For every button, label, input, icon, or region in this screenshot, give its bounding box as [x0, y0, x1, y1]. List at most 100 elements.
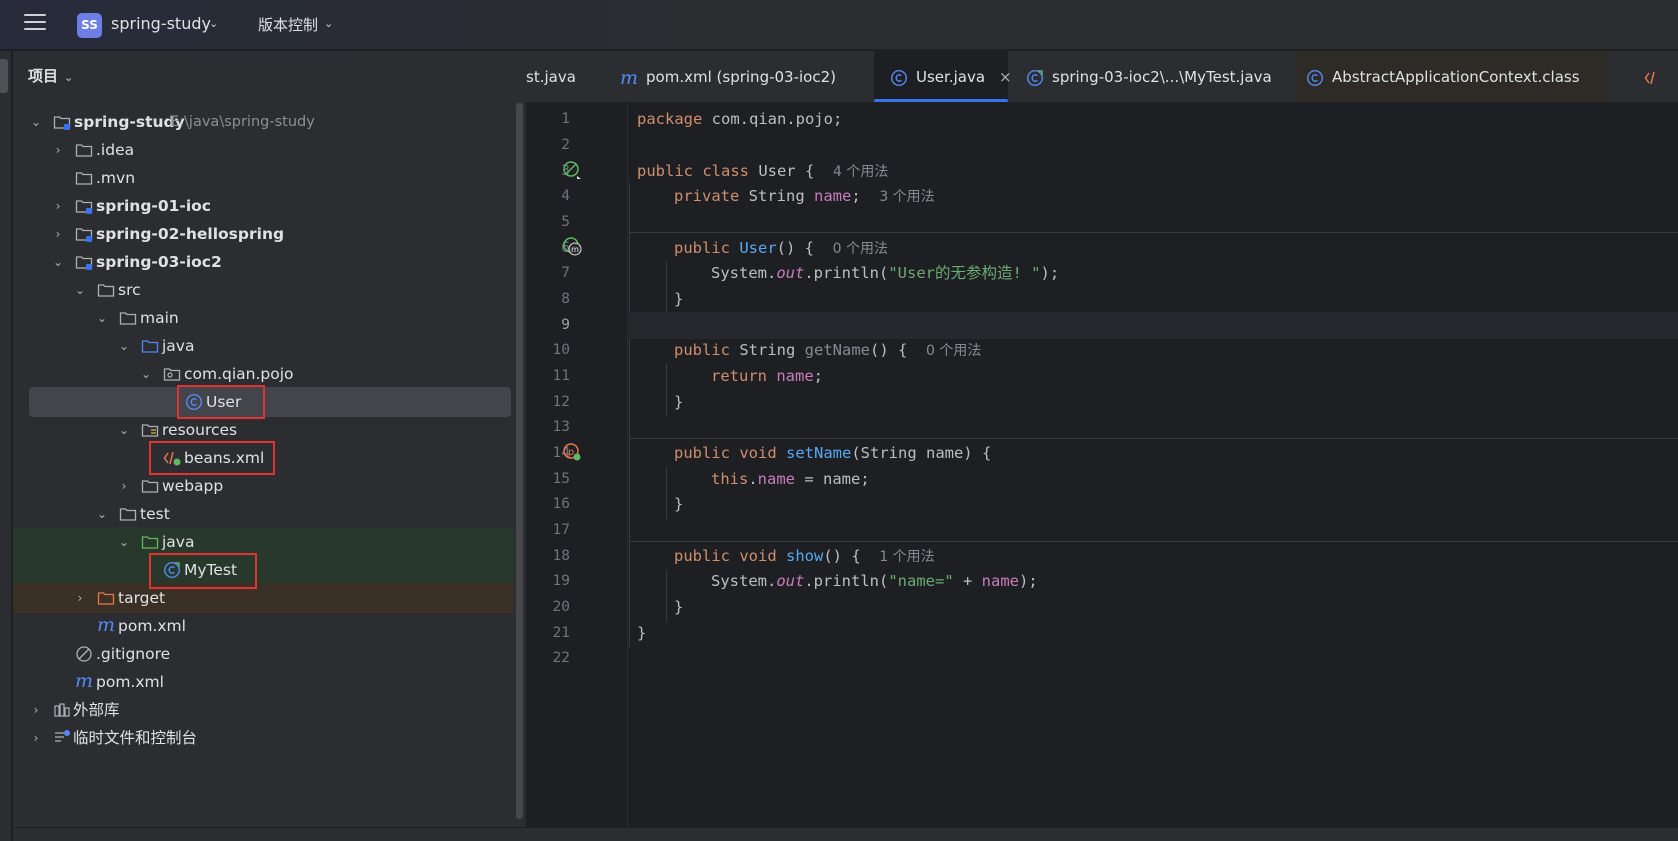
usage-hint[interactable]: 0 个用法	[833, 241, 888, 257]
tree-item[interactable]: .mvn	[13, 163, 513, 193]
code-line: System.out.println("User的无参构造! ");	[711, 264, 1060, 282]
spring-property-icon[interactable]: p	[562, 442, 582, 462]
tree-item[interactable]: ⌄ java	[13, 331, 513, 361]
usage-hint[interactable]: 4 个用法	[833, 164, 888, 180]
tree-item[interactable]: › 临时文件和控制台	[13, 723, 513, 753]
tree-item[interactable]: › spring-01-ioc	[13, 191, 513, 221]
line-number: 7	[561, 265, 570, 281]
panel-scrollbar[interactable]	[516, 103, 523, 819]
chevron-right-icon[interactable]: ›	[51, 135, 65, 165]
chevron-down-icon[interactable]: ⌄	[73, 275, 87, 305]
line-number: 12	[552, 394, 570, 410]
code-line: public void setName(String name) {	[674, 444, 992, 462]
tree-item[interactable]: › 外部库	[13, 695, 513, 725]
tab-test-java[interactable]: st.java	[526, 51, 606, 102]
chevron-down-icon[interactable]: ⌄	[95, 499, 109, 529]
tree-item[interactable]: ⌄ spring-03-ioc2	[13, 247, 513, 277]
tree-item[interactable]: ⌄ main	[13, 303, 513, 333]
tab-user-java[interactable]: User.java ×	[874, 51, 1012, 102]
code-editor[interactable]: package com.qian.pojo; public class User…	[629, 103, 1678, 827]
spring-method-icon[interactable]: m	[562, 236, 582, 256]
tree-item[interactable]: › spring-02-hellospring	[13, 219, 513, 249]
source-folder-icon	[141, 340, 159, 353]
line-number: 10	[552, 342, 570, 358]
chevron-down-icon[interactable]: ⌄	[117, 331, 131, 361]
line-number: 16	[552, 496, 570, 512]
status-bar	[13, 827, 1678, 841]
module-folder-icon	[53, 116, 71, 130]
tree-item[interactable]: › webapp	[13, 471, 513, 501]
tree-item[interactable]: m pom.xml	[13, 667, 513, 697]
project-selector[interactable]: spring-study	[111, 14, 211, 33]
tab-abstract-application-context[interactable]: AbstractApplicationContext.class	[1296, 51, 1608, 102]
code-line: public User() { 0 个用法	[674, 239, 889, 257]
tree-item[interactable]: .gitignore	[13, 639, 513, 669]
chevron-down-icon[interactable]: ⌄	[64, 71, 73, 84]
highlight-box	[149, 553, 257, 589]
tree-item[interactable]: MyTest	[13, 555, 513, 585]
test-source-folder-icon	[141, 536, 159, 549]
folder-icon	[119, 508, 137, 521]
title-bar: SS spring-study ⌄ 版本控制 ⌄	[0, 0, 1678, 50]
tree-item[interactable]: ⌄ spring-study E:\java\spring-study	[13, 107, 513, 137]
tab-mytest-java[interactable]: spring-03-ioc2\...\MyTest.java	[1026, 51, 1294, 102]
code-line: return name;	[711, 367, 824, 385]
usage-hint[interactable]: 3 个用法	[879, 189, 934, 205]
line-number: 22	[552, 650, 570, 666]
folder-icon	[97, 284, 115, 297]
chevron-down-icon[interactable]: ⌄	[139, 359, 153, 389]
main-menu-icon[interactable]	[24, 14, 46, 34]
code-line: }	[637, 624, 647, 642]
chevron-down-icon[interactable]: ⌄	[51, 247, 65, 277]
folder-icon	[75, 144, 93, 157]
line-number: 2	[561, 137, 570, 153]
code-line: System.out.println("name=" + name);	[711, 572, 1038, 590]
editor-area: st.java m pom.xml (spring-03-ioc2) User.j…	[526, 51, 1678, 827]
editor-gutter: 1 2 3 4 5 6 7 8 9 10 11 12 13 14 15 16 1…	[526, 103, 628, 827]
tab-pom-xml[interactable]: m pom.xml (spring-03-ioc2)	[620, 51, 882, 102]
tree-item[interactable]: m pom.xml	[13, 611, 513, 641]
vcs-menu[interactable]: 版本控制	[258, 14, 318, 35]
line-number: 9	[561, 317, 570, 333]
chevron-right-icon[interactable]: ›	[29, 723, 43, 753]
chevron-down-icon[interactable]: ⌄	[117, 415, 131, 445]
spring-bean-icon[interactable]	[562, 160, 582, 180]
tree-item[interactable]: ⌄ test	[13, 499, 513, 529]
tab-beans-xml[interactable]	[1644, 51, 1678, 102]
package-icon	[163, 368, 181, 381]
project-tool-window-button[interactable]	[0, 59, 8, 93]
chevron-right-icon[interactable]: ›	[73, 583, 87, 613]
project-panel: 项目 ⌄ ⌄ spring-study E:\java\spring-study …	[13, 51, 526, 827]
chevron-right-icon[interactable]: ›	[29, 695, 43, 725]
tree-item-selected[interactable]: User	[29, 387, 511, 417]
chevron-right-icon[interactable]: ›	[117, 471, 131, 501]
chevron-down-icon[interactable]: ⌄	[29, 107, 43, 137]
chevron-right-icon[interactable]: ›	[51, 219, 65, 249]
line-number: 11	[552, 368, 570, 384]
tree-item[interactable]: ⌄ java	[13, 527, 513, 557]
maven-icon: m	[97, 614, 116, 636]
code-line: public String getName() { 0 个用法	[674, 341, 982, 359]
tree-item[interactable]: › target	[13, 583, 513, 613]
usage-hint[interactable]: 1 个用法	[879, 549, 934, 565]
chevron-down-icon[interactable]: ⌄	[117, 527, 131, 557]
close-icon[interactable]: ×	[999, 68, 1012, 86]
tree-item[interactable]: ⌄ src	[13, 275, 513, 305]
chevron-down-icon[interactable]: ⌄	[209, 17, 218, 30]
line-number: 5	[561, 214, 570, 230]
svg-text:p: p	[568, 447, 574, 458]
tree-item[interactable]: › .idea	[13, 135, 513, 165]
panel-title[interactable]: 项目 ⌄	[28, 65, 73, 86]
line-number: 17	[552, 522, 570, 538]
project-badge[interactable]: SS	[77, 13, 102, 38]
highlight-box	[177, 385, 265, 419]
chevron-down-icon[interactable]: ⌄	[95, 303, 109, 333]
code-line: this.name = name;	[711, 470, 870, 488]
chevron-down-icon[interactable]: ⌄	[324, 17, 333, 30]
line-number: 18	[552, 548, 570, 564]
chevron-right-icon[interactable]: ›	[51, 191, 65, 221]
ignore-file-icon	[76, 646, 92, 662]
usage-hint[interactable]: 0 个用法	[926, 343, 981, 359]
code-line: }	[674, 393, 684, 411]
line-number: 20	[552, 599, 570, 615]
